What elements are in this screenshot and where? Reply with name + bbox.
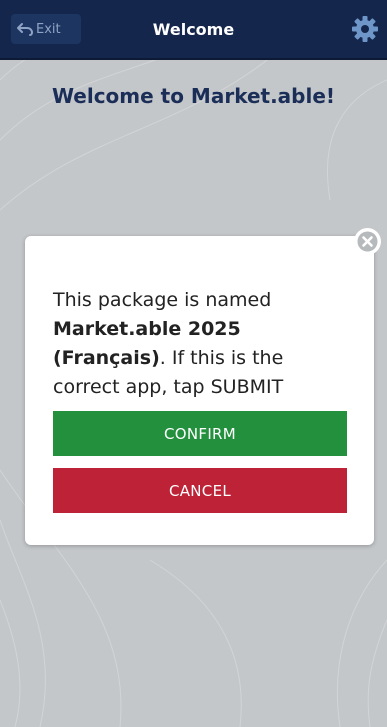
dialog-message: This package is named Market.able 2025 (… <box>53 286 353 402</box>
confirmation-dialog: This package is named Market.able 2025 (… <box>25 236 374 545</box>
dialog-close-button[interactable] <box>354 228 381 255</box>
exit-button[interactable]: Exit <box>11 14 81 44</box>
top-bar: Welcome Exit <box>0 0 387 60</box>
confirm-button[interactable]: CONFIRM <box>53 411 347 456</box>
undo-arrow-icon <box>14 22 36 36</box>
app-screen: Welcome Exit Welcome to Market.able! Thi… <box>0 0 387 727</box>
gear-icon <box>352 16 378 42</box>
close-circle-icon <box>355 229 380 254</box>
dialog-message-intro: This package is named <box>53 289 272 311</box>
cancel-button[interactable]: CANCEL <box>53 468 347 513</box>
exit-label: Exit <box>36 21 61 37</box>
welcome-heading: Welcome to Market.able! <box>51 84 336 108</box>
settings-button[interactable] <box>351 15 379 43</box>
